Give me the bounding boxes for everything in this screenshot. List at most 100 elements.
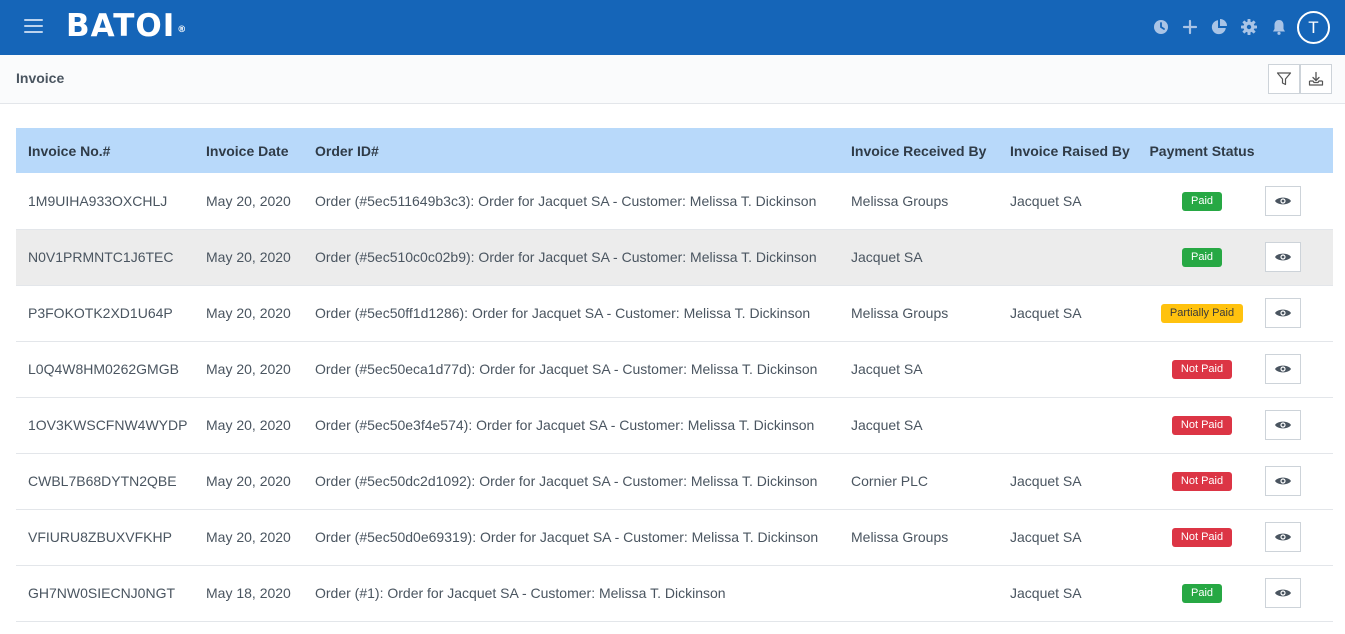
action-cell xyxy=(1263,285,1333,341)
pie-chart-icon[interactable] xyxy=(1209,17,1229,37)
eye-icon xyxy=(1275,197,1291,205)
download-button[interactable] xyxy=(1300,64,1332,94)
action-cell xyxy=(1263,509,1333,565)
status-badge: Paid xyxy=(1181,191,1223,211)
invoice-received-by: Jacquet SA xyxy=(851,417,923,433)
status-badge: Not Paid xyxy=(1171,528,1233,547)
view-invoice-button[interactable] xyxy=(1265,466,1301,496)
brand-registered-mark: ® xyxy=(177,25,188,35)
order-id: Order (#5ec50e3f4e574): Order for Jacque… xyxy=(315,417,815,433)
eye-icon xyxy=(1275,589,1291,597)
view-invoice-button[interactable] xyxy=(1265,410,1301,440)
action-cell xyxy=(1263,341,1333,397)
column-header-invoice-no[interactable]: Invoice No.# xyxy=(16,128,194,173)
invoice-received-by: Jacquet SA xyxy=(851,361,923,377)
column-header-actions xyxy=(1263,128,1333,173)
invoice-number: CWBL7B68DYTN2QBE xyxy=(28,473,177,489)
invoice-number: P3FOKOTK2XD1U64P xyxy=(28,305,173,321)
invoice-number: VFIURU8ZBUXVFKHP xyxy=(28,529,172,545)
column-header-order-id[interactable]: Order ID# xyxy=(303,128,839,173)
status-badge: Paid xyxy=(1181,584,1223,603)
payment-status-cell: Not Paid xyxy=(1141,453,1263,509)
action-cell xyxy=(1263,173,1333,229)
eye-icon xyxy=(1275,253,1291,261)
invoice-number: 1M9UIHA933OXCHLJ xyxy=(28,192,168,209)
invoice-raised-by: Jacquet SA xyxy=(1010,529,1082,545)
payment-status-cell: Not Paid xyxy=(1141,341,1263,397)
view-invoice-button[interactable] xyxy=(1265,354,1301,384)
order-id: Order (#5ec510c0c02b9): Order for Jacque… xyxy=(315,249,817,265)
invoice-table: Invoice No.# Invoice Date Order ID# Invo… xyxy=(16,128,1333,622)
action-cell xyxy=(1263,397,1333,453)
status-badge: Not Paid xyxy=(1171,360,1233,379)
brand-logo[interactable]: BATOI ® xyxy=(66,8,187,44)
invoice-raised-by xyxy=(998,229,1141,285)
column-header-payment-status[interactable]: Payment Status xyxy=(1141,128,1263,173)
payment-status-cell: Paid xyxy=(1141,565,1263,621)
invoice-raised-by: Jacquet SA xyxy=(1010,585,1082,601)
invoice-number: GH7NW0SIECNJ0NGT xyxy=(28,585,176,601)
top-navbar: BATOI ® T xyxy=(0,0,1345,55)
eye-icon xyxy=(1275,477,1291,485)
invoice-raised-by: Jacquet SA xyxy=(1010,473,1082,489)
page-header: Invoice xyxy=(0,55,1345,104)
hamburger-menu-icon[interactable] xyxy=(24,18,44,36)
table-row[interactable]: N0V1PRMNTC1J6TEC May 20, 2020 Order (#5ec5… xyxy=(16,229,1333,285)
invoice-received-by xyxy=(839,565,998,621)
invoice-raised-by: Jacquet SA xyxy=(1010,192,1082,209)
user-avatar[interactable]: T xyxy=(1297,11,1330,44)
invoice-raised-by xyxy=(998,341,1141,397)
view-invoice-button[interactable] xyxy=(1265,242,1301,272)
invoice-date: May 20, 2020 xyxy=(206,473,291,489)
invoice-number: L0Q4W8HM0262GMGB xyxy=(28,361,179,377)
invoice-received-by: Melissa Groups xyxy=(851,192,949,209)
table-row[interactable]: 1OV3KWSCFNW4WYDP May 20, 2020 Order (#5ec5… xyxy=(16,397,1333,453)
table-row[interactable]: L0Q4W8HM0262GMGB May 20, 2020 Order (#5ec5… xyxy=(16,341,1333,397)
column-header-invoice-date[interactable]: Invoice Date xyxy=(194,128,303,173)
order-id: Order (#5ec50ff1d1286): Order for Jacque… xyxy=(315,305,811,321)
page-title: Invoice xyxy=(16,70,65,86)
payment-status-cell: Paid xyxy=(1141,229,1263,285)
table-row[interactable]: GH7NW0SIECNJ0NGT May 18, 2020 Order (#1): … xyxy=(16,565,1333,621)
order-id: Order (#5ec50d0e69319): Order for Jacque… xyxy=(315,529,819,545)
status-badge: Paid xyxy=(1181,248,1223,267)
status-badge: Partially Paid xyxy=(1160,304,1244,323)
order-id: Order (#5ec50dc2d1092): Order for Jacque… xyxy=(315,473,818,489)
view-invoice-button[interactable] xyxy=(1265,298,1301,328)
view-invoice-button[interactable] xyxy=(1265,578,1301,608)
invoice-received-by: Melissa Groups xyxy=(851,529,949,545)
table-row[interactable]: CWBL7B68DYTN2QBE May 20, 2020 Order (#5ec5… xyxy=(16,453,1333,509)
table-row[interactable]: P3FOKOTK2XD1U64P May 20, 2020 Order (#5ec5… xyxy=(16,285,1333,341)
table-body: 1M9UIHA933OXCHLJ May 20, 2020 Order (#5ec5… xyxy=(16,173,1333,621)
column-header-raised-by[interactable]: Invoice Raised By xyxy=(998,128,1141,173)
order-id: Order (#5ec50eca1d77d): Order for Jacque… xyxy=(315,361,818,377)
view-invoice-button[interactable] xyxy=(1265,185,1301,216)
payment-status-cell: Not Paid xyxy=(1141,397,1263,453)
filter-icon xyxy=(1276,72,1292,86)
gear-icon[interactable] xyxy=(1239,17,1259,37)
bell-icon[interactable] xyxy=(1269,17,1289,37)
eye-icon xyxy=(1275,533,1291,541)
brand-name: BATOI xyxy=(66,8,176,44)
column-header-received-by[interactable]: Invoice Received By xyxy=(839,128,998,173)
invoice-date: May 20, 2020 xyxy=(206,305,291,321)
table-row[interactable]: VFIURU8ZBUXVFKHP May 20, 2020 Order (#5ec5… xyxy=(16,509,1333,565)
plus-icon[interactable] xyxy=(1180,17,1200,37)
invoice-date: May 20, 2020 xyxy=(206,249,291,265)
table-row[interactable]: 1M9UIHA933OXCHLJ May 20, 2020 Order (#5ec5… xyxy=(16,173,1333,229)
status-badge: Not Paid xyxy=(1171,472,1233,491)
invoice-date: May 20, 2020 xyxy=(206,361,291,377)
view-invoice-button[interactable] xyxy=(1265,522,1301,552)
invoice-received-by: Jacquet SA xyxy=(851,249,923,265)
clock-icon[interactable] xyxy=(1151,17,1171,37)
filter-button[interactable] xyxy=(1268,64,1300,94)
invoice-number: 1OV3KWSCFNW4WYDP xyxy=(28,417,188,433)
invoice-date: May 20, 2020 xyxy=(206,417,291,433)
invoice-number: N0V1PRMNTC1J6TEC xyxy=(28,249,174,265)
invoice-received-by: Melissa Groups xyxy=(851,305,949,321)
invoice-date: May 20, 2020 xyxy=(206,192,291,209)
invoice-table-container: Invoice No.# Invoice Date Order ID# Invo… xyxy=(16,128,1333,622)
payment-status-cell: Partially Paid xyxy=(1141,285,1263,341)
invoice-date: May 18, 2020 xyxy=(206,585,291,601)
payment-status-cell: Paid xyxy=(1141,173,1263,229)
